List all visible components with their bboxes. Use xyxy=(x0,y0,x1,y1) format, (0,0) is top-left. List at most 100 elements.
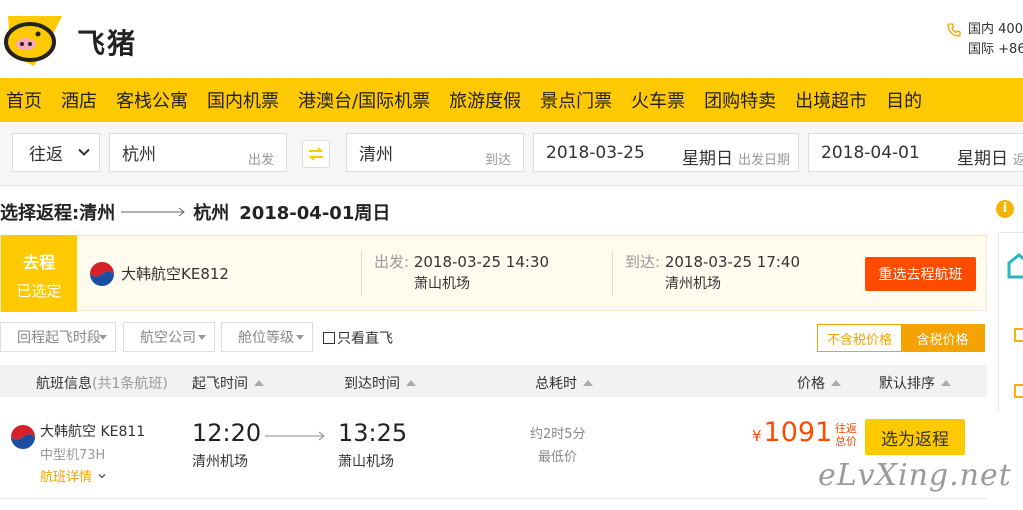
arrive-label: 到达: xyxy=(625,253,661,271)
nav-item-international-flights[interactable]: 港澳台/国际机票 xyxy=(291,87,442,113)
select-return-button[interactable]: 选为返程 xyxy=(865,419,965,455)
outbound-arrive: 到达: 2018-03-25 17:40 清州机场 xyxy=(625,251,800,295)
flight-plane-type: 中型机73H xyxy=(40,448,106,463)
checkbox-box[interactable] xyxy=(323,332,335,344)
flight-airline: 大韩航空 KE811 xyxy=(40,424,146,440)
caret-down-icon xyxy=(198,335,206,340)
logo-text: 飞猪 xyxy=(77,27,138,60)
nav-item-inn[interactable]: 客栈公寓 xyxy=(109,87,200,113)
sort-up-icon xyxy=(254,380,264,386)
caret-down-icon xyxy=(296,335,304,340)
flight-duration: 约2时5分 xyxy=(530,427,586,442)
tax-price-toggle: 不含税价格 含税价格 xyxy=(817,324,985,352)
depart-datetime: 2018-03-25 14:30 xyxy=(413,253,550,271)
cabin-filter[interactable]: 舱位等级 xyxy=(221,322,313,352)
swap-icon xyxy=(308,147,324,161)
return-route-title: 选择返程: 清州 杭州 2018-04-01周日 xyxy=(0,198,390,226)
route-to: 杭州 xyxy=(193,203,230,224)
col-depart-time[interactable]: 起飞时间 xyxy=(192,373,264,393)
from-city-value: 杭州 xyxy=(122,145,156,165)
flight-arrive-time: 13:25 xyxy=(338,419,408,447)
filter-bar: 回程起飞时段 航空公司 舱位等级 只看直飞 不含税价格 含税价格 xyxy=(0,322,987,352)
domestic-number: 400 xyxy=(998,22,1023,37)
col-default-label: 默认排序 xyxy=(879,376,935,392)
nav-item-hotel[interactable]: 酒店 xyxy=(54,87,109,113)
side-panel-icons xyxy=(1007,253,1023,398)
from-city-hint: 出发 xyxy=(247,153,274,168)
to-city-value: 清州 xyxy=(359,145,393,165)
caret-down-icon xyxy=(99,335,107,340)
depart-date-value: 2018-03-25 xyxy=(546,142,645,163)
flight-price: ¥ 1091 xyxy=(752,417,832,448)
nav-item-home[interactable]: 首页 xyxy=(0,87,54,113)
nav-item-vacation[interactable]: 旅游度假 xyxy=(442,87,533,113)
col-default-sort[interactable]: 默认排序 xyxy=(879,373,951,393)
site-header: 飞猪 国内 400 国际 +86 xyxy=(0,0,1023,78)
hotline: 国内 400 国际 +86 xyxy=(946,20,1023,60)
nav-item-domestic-flights[interactable]: 国内机票 xyxy=(200,87,291,113)
depart-period-label: 回程起飞时段 xyxy=(17,330,101,346)
depart-weekday: 星期日 xyxy=(682,149,733,169)
return-date-value: 2018-04-01 xyxy=(821,142,920,163)
nav-item-train[interactable]: 火车票 xyxy=(624,87,697,113)
nav-item-tickets[interactable]: 景点门票 xyxy=(533,87,624,113)
depart-date-input[interactable]: 2018-03-25 星期日 出发日期 xyxy=(533,133,799,172)
international-number: +86 xyxy=(998,42,1023,57)
from-city-input[interactable]: 杭州 出发 xyxy=(109,133,287,172)
swap-cities-button[interactable] xyxy=(302,140,330,168)
col-arrive-time[interactable]: 到达时间 xyxy=(344,373,416,393)
direct-only-checkbox[interactable]: 只看直飞 xyxy=(323,328,393,348)
selected-outbound-card: 去程 已选定 大韩航空KE812 出发: 2018-03-25 14:30 萧山… xyxy=(0,235,987,312)
outbound-tag: 去程 已选定 xyxy=(1,235,77,312)
direct-only-label: 只看直飞 xyxy=(337,331,393,347)
to-city-input[interactable]: 清州 到达 xyxy=(346,133,524,172)
sort-up-icon xyxy=(941,380,951,386)
col-duration-label: 总耗时 xyxy=(535,376,577,392)
nav-item-outbound-market[interactable]: 出境超市 xyxy=(788,87,879,113)
flight-detail-link[interactable]: 航班详情 xyxy=(40,466,106,485)
depart-label: 出发: xyxy=(374,253,410,271)
col-arrive-label: 到达时间 xyxy=(344,376,400,392)
route-from: 清州 xyxy=(79,203,116,224)
flight-arrive-airport: 萧山机场 xyxy=(338,454,394,470)
reselect-outbound-button[interactable]: 重选去程航班 xyxy=(865,257,976,291)
route-prefix: 选择返程: xyxy=(0,203,80,224)
trip-type-select[interactable]: 往返 xyxy=(12,133,100,172)
airline-filter[interactable]: 航空公司 xyxy=(123,322,215,352)
nav-item-group-deals[interactable]: 团购特卖 xyxy=(697,87,788,113)
sort-up-icon xyxy=(583,380,593,386)
sort-up-icon xyxy=(406,380,416,386)
outbound-tag-status: 已选定 xyxy=(16,282,62,300)
korean-air-logo-icon xyxy=(89,261,115,287)
main-nav: 首页 酒店 客栈公寓 国内机票 港澳台/国际机票 旅游度假 景点门票 火车票 团… xyxy=(0,78,1023,122)
info-icon[interactable]: i xyxy=(996,200,1014,218)
airline-filter-label: 航空公司 xyxy=(140,330,196,346)
return-date-input[interactable]: 2018-04-01 星期日 返 xyxy=(808,133,1023,172)
divider xyxy=(361,250,362,296)
flight-depart-airport: 清州机场 xyxy=(192,454,248,470)
outbound-tag-title: 去程 xyxy=(22,253,55,272)
depart-date-hint: 出发日期 xyxy=(738,153,791,168)
tax-included-option[interactable]: 含税价格 xyxy=(901,325,984,351)
watermark: eLvXing.net xyxy=(818,458,1012,493)
col-depart-label: 起飞时间 xyxy=(192,376,248,392)
page: 飞猪 国内 400 国际 +86 首页 酒店 客栈公寓 国内机票 港澳台/国际机… xyxy=(0,0,1023,510)
nav-item-destination[interactable]: 目的 xyxy=(879,87,934,113)
flight-depart-time: 12:20 xyxy=(192,419,262,447)
to-city-hint: 到达 xyxy=(484,153,511,168)
flight-detail-label: 航班详情 xyxy=(40,470,93,485)
col-duration[interactable]: 总耗时 xyxy=(535,373,593,393)
price-note: 往返总价 xyxy=(835,422,857,448)
return-weekday: 星期日 xyxy=(957,149,1008,169)
arrive-airport: 清州机场 xyxy=(665,276,721,292)
chevron-down-icon xyxy=(98,473,106,478)
depart-period-filter[interactable]: 回程起飞时段 xyxy=(0,322,116,352)
search-bar: 往返 杭州 出发 清州 到达 2018-03-25 星期日 出发日期 2018-… xyxy=(0,122,1023,186)
results-table-header: 航班信息 (共1条航班) 起飞时间 到达时间 总耗时 价格 默认排序 xyxy=(0,365,987,397)
depart-airport: 萧山机场 xyxy=(414,276,470,292)
arrow-right-icon xyxy=(121,207,186,217)
col-price[interactable]: 价格 xyxy=(797,373,841,393)
international-label: 国际 xyxy=(968,42,995,57)
tax-excluded-option[interactable]: 不含税价格 xyxy=(818,325,901,351)
outbound-depart: 出发: 2018-03-25 14:30 萧山机场 xyxy=(374,251,549,295)
